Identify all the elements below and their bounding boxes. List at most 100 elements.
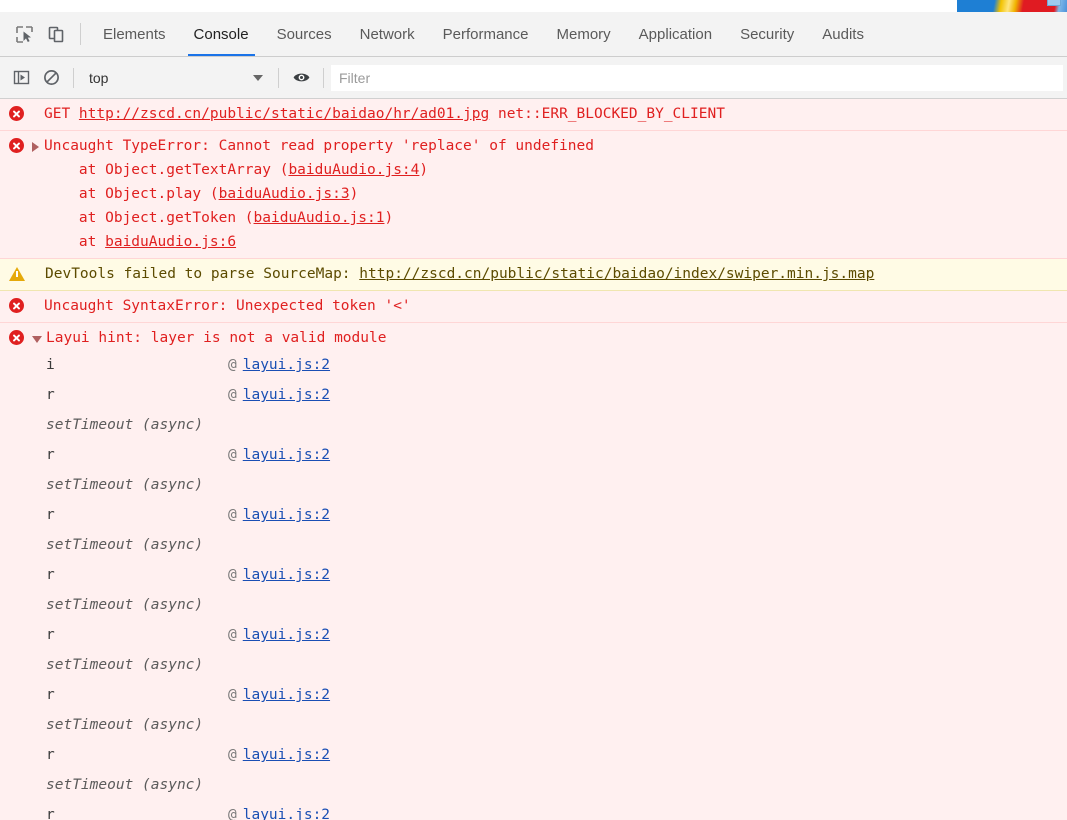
stack-frame: at Object.getTextArray (baiduAudio.js:4) — [0, 158, 1067, 182]
stack-trace-function: r — [46, 387, 55, 403]
stack-trace-row: setTimeout (async) — [0, 650, 1067, 680]
chevron-down-icon — [253, 74, 263, 81]
async-boundary-label: setTimeout (async) — [46, 537, 204, 553]
tab-audits[interactable]: Audits — [808, 12, 878, 56]
tab-security[interactable]: Security — [726, 12, 808, 56]
stack-trace-row: setTimeout (async) — [0, 410, 1067, 440]
message-text-span: GET — [44, 106, 79, 122]
async-boundary-label: setTimeout (async) — [46, 717, 204, 733]
error-icon — [9, 298, 24, 313]
console-error-message[interactable]: Uncaught TypeError: Cannot read property… — [0, 131, 1067, 259]
tab-performance[interactable]: Performance — [429, 12, 543, 56]
message-text: Uncaught SyntaxError: Unexpected token '… — [44, 294, 411, 318]
tab-label: Performance — [442, 25, 529, 43]
stack-frame: at baiduAudio.js:6 — [0, 230, 1067, 254]
async-boundary-label: setTimeout (async) — [46, 417, 204, 433]
stack-frame-link[interactable]: baiduAudio.js:4 — [288, 162, 419, 178]
sourcemap-url-link[interactable]: http://zscd.cn/public/static/baidao/inde… — [359, 266, 874, 282]
message-text: GET http://zscd.cn/public/static/baidao/… — [44, 102, 725, 126]
tab-application[interactable]: Application — [625, 12, 726, 56]
console-message-list[interactable]: GET http://zscd.cn/public/static/baidao/… — [0, 99, 1067, 820]
stack-trace-row: r @ layui.js:2 — [0, 440, 1067, 470]
console-error-message[interactable]: Uncaught SyntaxError: Unexpected token '… — [0, 291, 1067, 323]
message-text-span: net::ERR_BLOCKED_BY_CLIENT — [489, 106, 725, 122]
console-sidebar-icon[interactable] — [6, 63, 36, 93]
stack-trace-row: r @ layui.js:2 — [0, 680, 1067, 710]
stack-trace-row: r @ layui.js:2 — [0, 740, 1067, 770]
console-error-message-layui[interactable]: Layui hint: layer is not a valid module i… — [0, 323, 1067, 820]
stack-trace-row: r @ layui.js:2 — [0, 800, 1067, 820]
error-icon — [9, 106, 24, 121]
stack-trace-source-link[interactable]: layui.js:2 — [243, 800, 330, 820]
console-warning-message[interactable]: DevTools failed to parse SourceMap: http… — [0, 259, 1067, 291]
stack-trace-source-link[interactable]: layui.js:2 — [243, 440, 330, 470]
inspect-element-icon[interactable] — [8, 12, 40, 56]
stack-frame-link[interactable]: baiduAudio.js:3 — [219, 186, 350, 202]
expand-arrow-expanded-icon[interactable] — [32, 336, 42, 343]
tab-label: Memory — [556, 25, 611, 43]
window-notch-icon — [1047, 0, 1061, 6]
async-boundary-label: setTimeout (async) — [46, 477, 204, 493]
toolbar-divider-2 — [278, 67, 279, 88]
message-text-span: Uncaught TypeError: Cannot read property… — [44, 138, 594, 154]
toolbar-divider — [73, 67, 74, 88]
execution-context-value: top — [89, 69, 109, 86]
at-symbol: @ — [228, 387, 237, 403]
stack-trace-source-link[interactable]: layui.js:2 — [243, 680, 330, 710]
execution-context-select[interactable]: top — [81, 65, 271, 91]
stack-trace-source-link[interactable]: layui.js:2 — [243, 380, 330, 410]
at-symbol: @ — [228, 687, 237, 703]
tab-network[interactable]: Network — [346, 12, 429, 56]
toolbar-divider-3 — [323, 67, 324, 88]
stack-trace-row: setTimeout (async) — [0, 710, 1067, 740]
warning-icon — [9, 267, 25, 281]
tab-memory[interactable]: Memory — [543, 12, 625, 56]
message-header: Uncaught TypeError: Cannot read property… — [0, 134, 1067, 158]
stack-trace-function: r — [46, 687, 55, 703]
resource-url-link[interactable]: http://zscd.cn/public/static/baidao/hr/a… — [79, 106, 489, 122]
tab-sources[interactable]: Sources — [263, 12, 346, 56]
tab-elements[interactable]: Elements — [89, 12, 180, 56]
stack-frame-link[interactable]: baiduAudio.js:1 — [254, 210, 385, 226]
error-icon — [9, 138, 24, 153]
message-header: GET http://zscd.cn/public/static/baidao/… — [0, 102, 1067, 126]
stack-trace-function: r — [46, 567, 55, 583]
filter-input[interactable] — [331, 64, 1063, 91]
tab-label: Application — [638, 25, 713, 43]
expand-arrow-collapsed-icon[interactable] — [32, 142, 39, 152]
device-toolbar-icon[interactable] — [40, 12, 72, 56]
stack-trace-function: i — [46, 357, 55, 373]
error-icon — [9, 330, 24, 345]
tab-label: Sources — [276, 25, 332, 43]
message-text-span: DevTools failed to parse SourceMap: — [45, 266, 360, 282]
browser-background-strip — [0, 0, 1067, 12]
stack-trace-source-link[interactable]: layui.js:2 — [243, 620, 330, 650]
at-symbol: @ — [228, 507, 237, 523]
tab-label: Network — [359, 25, 415, 43]
console-toolbar: top — [0, 57, 1067, 99]
console-error-message[interactable]: GET http://zscd.cn/public/static/baidao/… — [0, 99, 1067, 131]
at-symbol: @ — [228, 447, 237, 463]
stack-trace-row: r @ layui.js:2 — [0, 380, 1067, 410]
message-header: Uncaught SyntaxError: Unexpected token '… — [0, 294, 1067, 318]
stack-trace-function: r — [46, 807, 55, 820]
stack-trace-source-link[interactable]: layui.js:2 — [243, 560, 330, 590]
stack-frame-function: at Object.getTextArray ( — [44, 162, 289, 178]
stack-trace-row: setTimeout (async) — [0, 770, 1067, 800]
stack-trace-source-link[interactable]: layui.js:2 — [243, 350, 330, 380]
stack-trace-source-link[interactable]: layui.js:2 — [243, 500, 330, 530]
devtools-tabbar: Elements Console Sources Network Perform… — [0, 12, 1067, 57]
tab-label: Console — [193, 25, 249, 43]
tab-console[interactable]: Console — [180, 12, 263, 56]
clear-console-icon[interactable] — [36, 63, 66, 93]
stack-frame-suffix: ) — [419, 162, 429, 178]
stack-frame-link[interactable]: baiduAudio.js:6 — [105, 234, 236, 250]
stack-trace-row: setTimeout (async) — [0, 470, 1067, 500]
stack-trace-row: setTimeout (async) — [0, 590, 1067, 620]
stack-trace-source-link[interactable]: layui.js:2 — [243, 740, 330, 770]
tab-label: Security — [740, 25, 795, 43]
stack-frame-suffix: ) — [349, 186, 359, 202]
live-expression-eye-icon[interactable] — [286, 63, 316, 93]
message-header: Layui hint: layer is not a valid module — [0, 326, 1067, 350]
message-text: Uncaught TypeError: Cannot read property… — [44, 134, 594, 158]
